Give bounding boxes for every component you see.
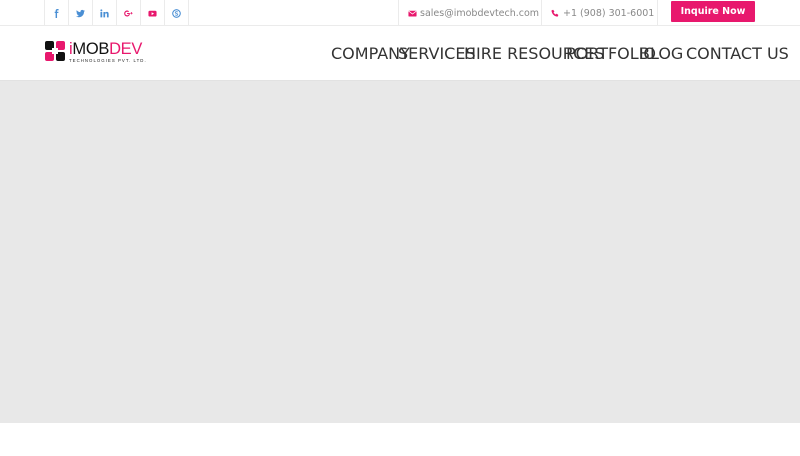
skype-icon <box>172 8 181 18</box>
nav-contact-us[interactable]: CONTACT US <box>686 26 789 81</box>
twitter-icon <box>76 9 85 17</box>
logo-wordmark: iMOBDEV TECHNOLOGIES PVT. LTD. <box>69 40 147 63</box>
company-logo[interactable]: iMOBDEV TECHNOLOGIES PVT. LTD. <box>44 40 147 64</box>
envelope-icon <box>408 10 417 17</box>
phone-contact[interactable]: +1 (908) 301-6001 <box>541 0 658 26</box>
logo-mark-icon <box>45 41 65 61</box>
linkedin-link[interactable] <box>92 0 116 26</box>
email-text: sales@imobdevtech.com <box>420 7 540 19</box>
logo-text: iMOBDEV <box>69 40 143 58</box>
top-bar: sales@imobdevtech.com +1 (908) 301-6001 … <box>0 0 800 26</box>
phone-text: +1 (908) 301-6001 <box>563 7 655 19</box>
youtube-icon <box>148 10 157 17</box>
youtube-link[interactable] <box>140 0 164 26</box>
site-header: iMOBDEV TECHNOLOGIES PVT. LTD. COMPANY S… <box>0 26 800 81</box>
twitter-link[interactable] <box>68 0 92 26</box>
facebook-link[interactable] <box>44 0 68 26</box>
hero-banner-placeholder <box>0 81 800 423</box>
facebook-icon <box>54 8 59 18</box>
google-plus-icon <box>124 10 133 16</box>
phone-icon <box>551 9 559 17</box>
inquire-now-button[interactable]: Inquire Now <box>671 1 755 22</box>
skype-link[interactable] <box>164 0 189 26</box>
page-bottom <box>0 423 800 456</box>
email-contact[interactable]: sales@imobdevtech.com <box>398 0 541 26</box>
linkedin-icon <box>100 8 109 17</box>
social-links <box>44 0 189 26</box>
logo-tagline: TECHNOLOGIES PVT. LTD. <box>69 58 147 63</box>
nav-blog[interactable]: BLOG <box>639 26 683 81</box>
google-plus-link[interactable] <box>116 0 140 26</box>
